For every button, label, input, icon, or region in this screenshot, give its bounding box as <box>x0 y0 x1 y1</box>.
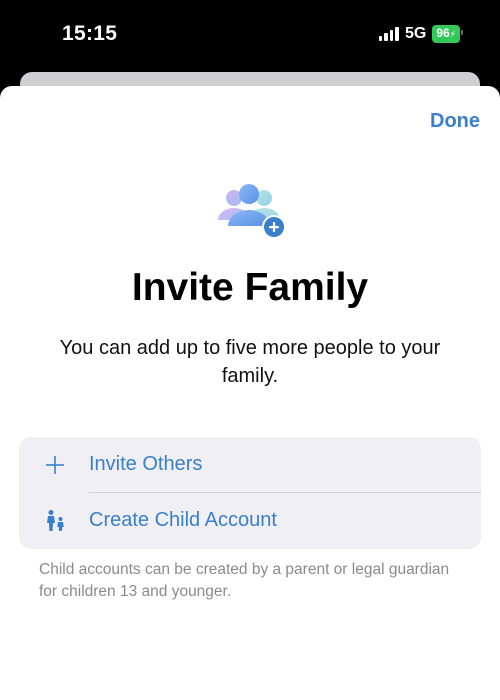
done-button[interactable]: Done <box>430 110 480 133</box>
family-add-icon <box>212 182 290 242</box>
cellular-signal-icon <box>378 27 399 41</box>
plus-icon <box>41 451 69 479</box>
child-account-footnote: Child accounts can be created by a paren… <box>39 561 450 600</box>
create-child-account-button[interactable]: Create Child Account <box>19 493 481 549</box>
create-child-account-label: Create Child Account <box>89 509 277 531</box>
invite-options-group: Invite Others Create Child Account <box>19 437 481 549</box>
status-bar: 15:15 5G 96⚡ <box>0 0 500 70</box>
invite-others-button[interactable]: Invite Others <box>19 437 481 493</box>
network-type: 5G <box>404 25 427 42</box>
page-title: Invite Family <box>131 266 369 309</box>
battery-level: 96 <box>436 26 450 40</box>
invite-others-label: Invite Others <box>89 453 203 475</box>
invite-family-sheet: Done Invite Family You can add up to fiv… <box>0 86 500 700</box>
adult-child-icon <box>41 507 69 535</box>
battery-icon: 96⚡ <box>432 25 463 43</box>
status-time: 15:15 <box>62 22 118 45</box>
page-subtitle: You can add up to five more people to yo… <box>59 337 441 387</box>
status-indicators: 5G 96⚡ <box>378 25 463 43</box>
